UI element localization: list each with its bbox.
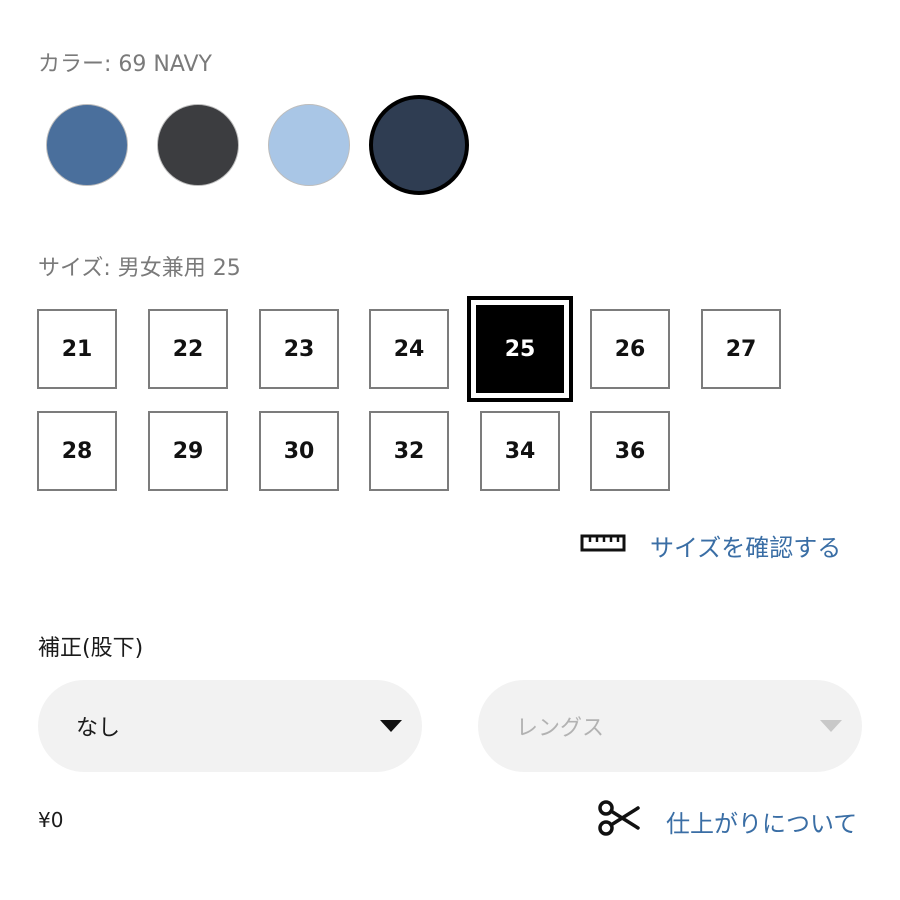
ruler-icon — [580, 531, 626, 561]
size-option-28[interactable]: 28 — [37, 411, 117, 491]
scissors-icon — [596, 798, 640, 844]
size-option-34[interactable]: 34 — [480, 411, 560, 491]
color-label: カラー: 69 NAVY — [38, 52, 212, 77]
hem-length-placeholder: レングス — [516, 716, 605, 741]
size-option-32[interactable]: 32 — [369, 411, 449, 491]
size-option-21[interactable]: 21 — [37, 309, 117, 389]
size-option-24[interactable]: 24 — [369, 309, 449, 389]
size-option-26[interactable]: 26 — [590, 309, 670, 389]
size-option-27[interactable]: 27 — [701, 309, 781, 389]
size-check-link[interactable]: サイズを確認する — [580, 528, 841, 563]
color-swatch-black-denim[interactable] — [157, 104, 239, 186]
chevron-down-icon — [380, 720, 402, 732]
size-option-29[interactable]: 29 — [148, 411, 228, 491]
hem-price: ¥0 — [38, 808, 64, 832]
finish-info-link[interactable]: 仕上がりについて — [596, 798, 857, 844]
size-option-30[interactable]: 30 — [259, 411, 339, 491]
finish-info-label: 仕上がりについて — [666, 809, 858, 838]
hem-length-select[interactable]: レングス — [478, 680, 862, 772]
hem-label: 補正(股下) — [38, 636, 144, 661]
color-swatch-navy-denim[interactable] — [369, 95, 469, 195]
size-option-36[interactable]: 36 — [590, 411, 670, 491]
size-check-label: サイズを確認する — [650, 534, 842, 562]
hem-option-value: なし — [76, 716, 121, 741]
color-swatch-blue-denim[interactable] — [46, 104, 128, 186]
size-option-22[interactable]: 22 — [148, 309, 228, 389]
size-option-23[interactable]: 23 — [259, 309, 339, 389]
chevron-down-icon — [820, 720, 842, 732]
size-label: サイズ: 男女兼用 25 — [38, 256, 241, 281]
size-option-25-label: 25 — [480, 309, 560, 389]
size-option-25-selected[interactable]: 25 — [467, 296, 573, 402]
color-swatch-light-blue-denim[interactable] — [268, 104, 350, 186]
hem-option-select[interactable]: なし — [38, 680, 422, 772]
